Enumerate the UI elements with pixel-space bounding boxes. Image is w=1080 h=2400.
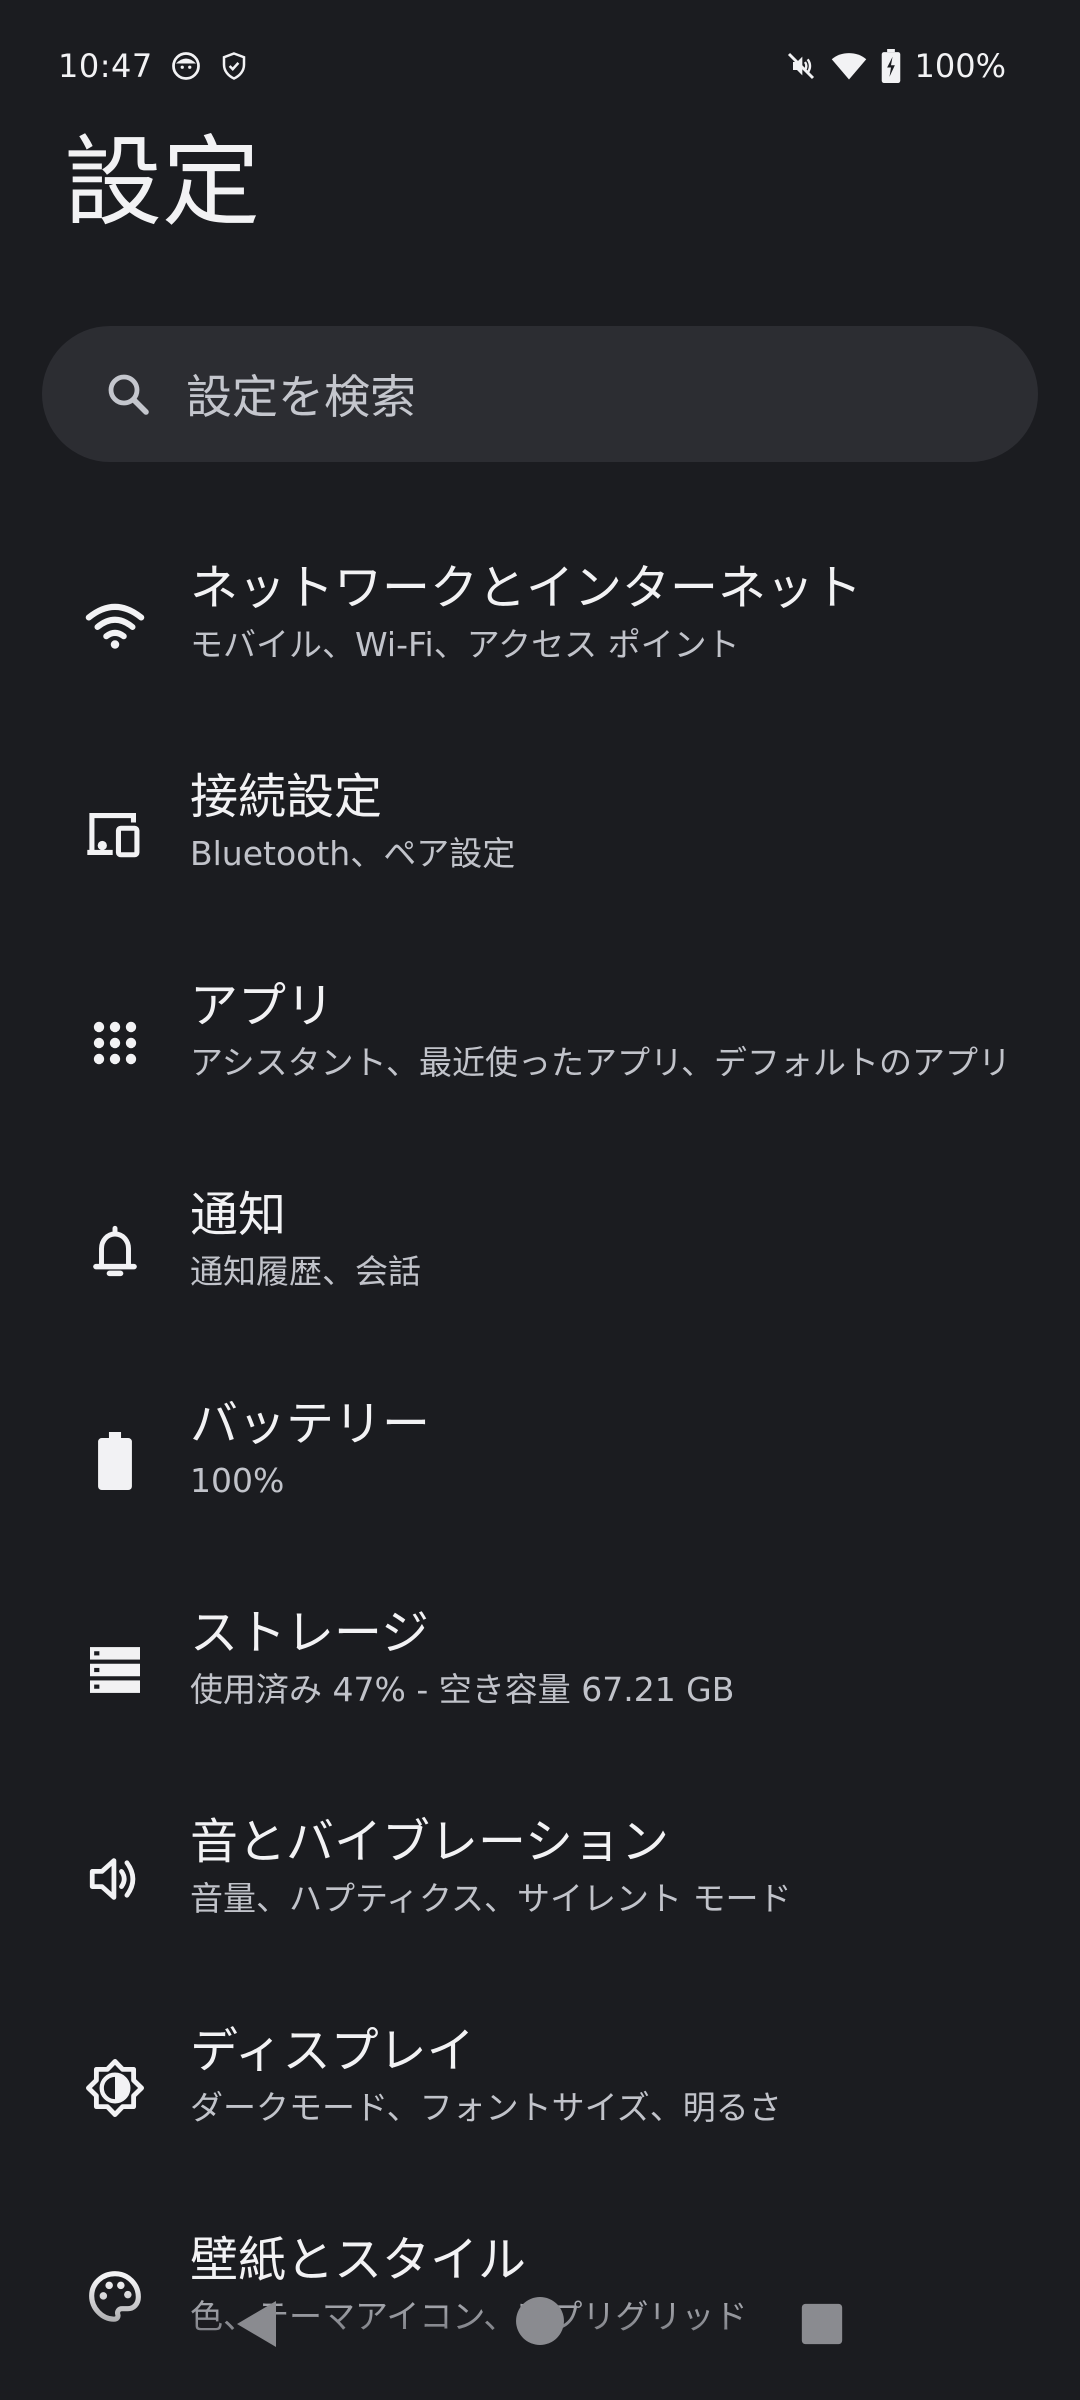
item-subtitle: 100% bbox=[190, 1461, 285, 1500]
status-time: 10:47 bbox=[58, 47, 153, 85]
devices-icon bbox=[80, 799, 150, 869]
wifi-icon bbox=[831, 50, 867, 82]
item-subtitle: Bluetooth、ペア設定 bbox=[190, 834, 516, 873]
storage-icon bbox=[80, 1635, 150, 1705]
search-icon bbox=[100, 366, 156, 422]
item-subtitle: 通知履歴、会話 bbox=[190, 1252, 421, 1291]
recents-button[interactable] bbox=[800, 2302, 844, 2350]
item-title: ディスプレイ bbox=[190, 2023, 475, 2079]
item-title: アプリ bbox=[190, 978, 335, 1034]
item-text: 接続設定 Bluetooth、ペア設定 bbox=[190, 767, 1060, 876]
apps-grid-icon bbox=[80, 1008, 150, 1078]
item-title: 音とバイブレーション bbox=[190, 1814, 670, 1870]
battery-charging-icon bbox=[881, 49, 901, 83]
face-icon bbox=[171, 51, 201, 81]
item-text: ストレージ 使用済み 47% - 空き容量 67.21 GB bbox=[190, 1603, 1060, 1712]
settings-item-storage[interactable]: ストレージ 使用済み 47% - 空き容量 67.21 GB bbox=[0, 1565, 1080, 1774]
item-text: ネットワークとインターネット モバイル、Wi-Fi、アクセス ポイント bbox=[190, 558, 1060, 667]
settings-item-battery[interactable]: バッテリー 100% bbox=[0, 1356, 1080, 1565]
status-left: 10:47 bbox=[58, 47, 249, 85]
back-button[interactable] bbox=[232, 2298, 280, 2354]
status-bar: 10:47 100% bbox=[58, 40, 1006, 92]
volume-icon bbox=[80, 1844, 150, 1914]
item-title: 接続設定 bbox=[190, 769, 383, 825]
settings-list: ネットワークとインターネット モバイル、Wi-Fi、アクセス ポイント 接続設定… bbox=[0, 520, 1080, 2400]
item-text: アプリ アシスタント、最近使ったアプリ、デフォルトのアプリ bbox=[190, 976, 1060, 1085]
settings-item-sound[interactable]: 音とバイブレーション 音量、ハプティクス、サイレント モード bbox=[0, 1774, 1080, 1983]
item-title: ストレージ bbox=[190, 1605, 430, 1661]
item-subtitle: 音量、ハプティクス、サイレント モード bbox=[190, 1879, 792, 1918]
navigation-bar bbox=[0, 2270, 1080, 2400]
item-subtitle: モバイル、Wi-Fi、アクセス ポイント bbox=[190, 625, 740, 664]
item-title: 通知 bbox=[190, 1187, 287, 1243]
item-text: 音とバイブレーション 音量、ハプティクス、サイレント モード bbox=[190, 1812, 1060, 1921]
settings-item-apps[interactable]: アプリ アシスタント、最近使ったアプリ、デフォルトのアプリ bbox=[0, 938, 1080, 1147]
settings-item-connected-devices[interactable]: 接続設定 Bluetooth、ペア設定 bbox=[0, 729, 1080, 938]
settings-item-display[interactable]: ディスプレイ ダークモード、フォントサイズ、明るさ bbox=[0, 1983, 1080, 2192]
item-title: バッテリー bbox=[190, 1396, 431, 1452]
brightness-icon bbox=[80, 2053, 150, 2123]
item-subtitle: アシスタント、最近使ったアプリ、デフォルトのアプリ bbox=[190, 1043, 1012, 1082]
home-button[interactable] bbox=[515, 2296, 565, 2350]
item-text: 通知 通知履歴、会話 bbox=[190, 1185, 1060, 1294]
battery-icon bbox=[80, 1426, 150, 1496]
search-placeholder: 設定を検索 bbox=[186, 370, 416, 424]
item-subtitle: 使用済み 47% - 空き容量 67.21 GB bbox=[190, 1670, 735, 1709]
item-subtitle: ダークモード、フォントサイズ、明るさ bbox=[190, 2088, 782, 2127]
settings-item-network[interactable]: ネットワークとインターネット モバイル、Wi-Fi、アクセス ポイント bbox=[0, 520, 1080, 729]
wifi-icon bbox=[80, 590, 150, 660]
bell-icon bbox=[80, 1217, 150, 1287]
search-bar[interactable]: 設定を検索 bbox=[42, 326, 1038, 462]
shield-icon bbox=[219, 51, 249, 81]
mute-icon bbox=[785, 50, 817, 82]
page-title: 設定 bbox=[64, 126, 261, 240]
status-right: 100% bbox=[785, 47, 1006, 85]
item-text: バッテリー 100% bbox=[190, 1394, 1060, 1503]
item-text: ディスプレイ ダークモード、フォントサイズ、明るさ bbox=[190, 2021, 1060, 2130]
settings-screen: 10:47 100% 設定 設定を検索 ネットワークとインターネット モバイル、… bbox=[0, 0, 1080, 2400]
item-title: ネットワークとインターネット bbox=[190, 560, 863, 616]
settings-item-notifications[interactable]: 通知 通知履歴、会話 bbox=[0, 1147, 1080, 1356]
battery-percent: 100% bbox=[914, 47, 1006, 85]
